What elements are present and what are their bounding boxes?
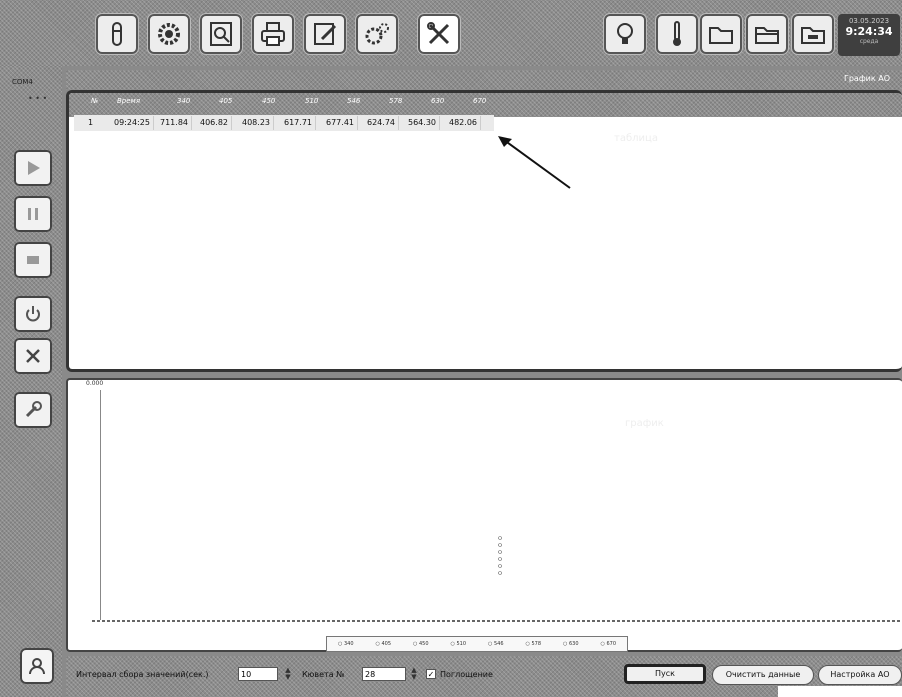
pause-icon — [28, 208, 38, 220]
table-cell: 406.82 — [200, 116, 232, 130]
table-cell: 677.41 — [326, 116, 358, 130]
column-header: 405 — [219, 97, 233, 105]
header-strip — [66, 70, 902, 90]
folder-icon[interactable] — [700, 14, 742, 54]
corner-strip — [778, 686, 902, 697]
interval-label: Интервал сбора значений(сек.) — [76, 670, 209, 679]
column-header: 450 — [262, 97, 276, 105]
table-cell: 09:24:25 — [114, 116, 154, 130]
cuvette-input[interactable]: 28 — [362, 667, 406, 681]
graph-ao-label[interactable]: График АО — [844, 74, 890, 83]
table-cell: 617.71 — [284, 116, 316, 130]
table-watermark: таблица — [614, 133, 658, 144]
column-header: Время — [117, 97, 141, 105]
table-cell: 1 — [88, 118, 94, 127]
x-axis — [92, 620, 902, 622]
table-cell: 624.74 — [367, 116, 399, 130]
chart-points — [498, 536, 502, 575]
column-header: № — [91, 97, 99, 105]
column-header: 340 — [177, 97, 191, 105]
table-cell: 482.06 — [449, 116, 481, 130]
legend-item: ○ 450 — [413, 641, 429, 647]
interval-spinner[interactable]: ▲ ▼ — [283, 667, 293, 681]
stop-icon — [27, 256, 39, 264]
legend-item: ○ 405 — [375, 641, 392, 647]
user-icon — [29, 658, 45, 675]
data-table-panel: № Время 340 405 450 510 546 578 630 670 … — [66, 90, 902, 372]
ao-settings-button[interactable]: Настройка АО — [818, 665, 902, 685]
search-document-icon[interactable] — [200, 14, 242, 54]
wrench-button[interactable] — [14, 392, 52, 428]
column-header: 578 — [389, 97, 403, 105]
power-icon — [26, 306, 40, 322]
y-axis — [100, 390, 101, 620]
lamp-icon[interactable] — [604, 14, 646, 54]
stop-button[interactable] — [14, 242, 52, 278]
close-icon — [26, 349, 40, 363]
cuvette-label: Кювета № — [302, 670, 345, 679]
wrench-icon — [25, 401, 42, 418]
folder-closed-icon[interactable] — [792, 14, 834, 54]
annotation-arrow — [498, 136, 571, 189]
interval-input[interactable]: 10 — [238, 667, 278, 681]
clock-date: 03.05.2023 — [848, 17, 890, 25]
printer-icon[interactable] — [252, 14, 294, 54]
legend-item: ○ 340 — [338, 641, 354, 647]
cuvette-spinner[interactable]: ▲ ▼ — [409, 667, 419, 681]
legend-item: ○ 546 — [488, 641, 504, 647]
tools-icon[interactable] — [418, 14, 460, 54]
top-toolbar: 03.05.2023 9:24:34 среда — [0, 0, 902, 66]
column-header: 670 — [473, 97, 487, 105]
play-button[interactable] — [14, 150, 52, 186]
close-button[interactable] — [14, 338, 52, 374]
gear-icon[interactable] — [148, 14, 190, 54]
chart-legend: ○ 340 ○ 405 ○ 450 ○ 510 ○ 546 ○ 578 ○ 63… — [326, 636, 628, 652]
column-header: 630 — [431, 97, 445, 105]
clock: 03.05.2023 9:24:34 среда — [838, 14, 900, 56]
column-header: 510 — [305, 97, 319, 105]
com-port-label: COM4 — [12, 78, 33, 86]
pause-button[interactable] — [14, 196, 52, 232]
folder-open-icon[interactable] — [746, 14, 788, 54]
absorption-label: Поглощение — [440, 670, 493, 679]
y-axis-top-label: 0.000 — [86, 380, 104, 387]
thermometer-icon[interactable] — [656, 14, 698, 54]
legend-item: ○ 578 — [525, 641, 542, 647]
table-cell: 564.30 — [408, 116, 440, 130]
clock-day: среда — [859, 38, 879, 45]
start-button[interactable]: Пуск — [624, 664, 706, 684]
test-tube-icon[interactable] — [96, 14, 138, 54]
column-header: 546 — [347, 97, 361, 105]
legend-item: ○ 510 — [450, 641, 467, 647]
com-status-indicator: • • • — [28, 94, 48, 103]
play-icon — [28, 161, 40, 175]
table-cell: 711.84 — [160, 116, 192, 130]
absorption-checkbox[interactable]: ✓ — [426, 669, 436, 679]
table-header: № Время 340 405 450 510 546 578 630 670 — [69, 93, 902, 117]
chart-watermark: график — [625, 418, 664, 429]
power-button[interactable] — [14, 296, 52, 332]
clear-data-button[interactable]: Очистить данные — [712, 665, 814, 685]
legend-item: ○ 670 — [600, 641, 617, 647]
clock-time: 9:24:34 — [845, 25, 893, 38]
legend-item: ○ 630 — [563, 641, 579, 647]
edit-icon[interactable] — [304, 14, 346, 54]
settings-gears-icon[interactable] — [356, 14, 398, 54]
user-button[interactable] — [20, 648, 54, 684]
chart-panel — [66, 378, 902, 652]
table-cell: 408.23 — [242, 116, 274, 130]
